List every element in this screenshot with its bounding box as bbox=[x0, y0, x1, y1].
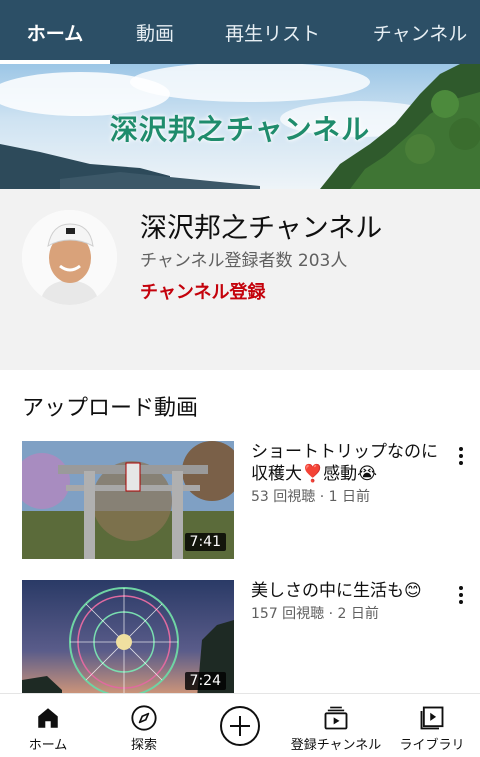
video-thumbnail[interactable]: 7:24 bbox=[22, 580, 234, 698]
avatar-image bbox=[22, 210, 117, 305]
home-icon bbox=[33, 703, 63, 733]
video-meta: 157 回視聴 · 2 日前 bbox=[251, 606, 379, 622]
uploads-section-title: アップロード動画 bbox=[22, 396, 199, 421]
subscribe-button[interactable]: チャンネル登録 bbox=[140, 278, 265, 304]
video-thumbnail[interactable]: 7:41 bbox=[22, 441, 234, 559]
tab-channels-label: チャンネル bbox=[372, 22, 468, 45]
channel-tab-bar: ホーム 動画 再生リスト チャンネル bbox=[0, 0, 480, 64]
channel-banner: 深沢邦之チャンネル bbox=[0, 64, 480, 189]
nav-subscriptions[interactable]: 登録チャンネル bbox=[284, 694, 388, 757]
channel-name: 深沢邦之チャンネル bbox=[140, 213, 383, 244]
nav-subscriptions-label: 登録チャンネル bbox=[290, 738, 382, 753]
video-item[interactable]: 7:24 美しさの中に生活も😊 157 回視聴 · 2 日前 bbox=[0, 580, 480, 700]
subscriptions-icon bbox=[321, 703, 351, 733]
nav-explore-label: 探索 bbox=[130, 738, 157, 753]
video-title[interactable]: 美しさの中に生活も😊 bbox=[251, 580, 441, 602]
tab-playlists-label: 再生リスト bbox=[224, 22, 320, 45]
library-icon bbox=[417, 703, 447, 733]
tab-channels[interactable]: チャンネル bbox=[355, 0, 480, 64]
bottom-navigation: ホーム 探索 登録チャンネル ライブラリ bbox=[0, 693, 480, 757]
create-icon bbox=[218, 704, 262, 748]
banner-title: 深沢邦之チャンネル bbox=[109, 113, 371, 146]
video-duration: 7:24 bbox=[184, 672, 226, 690]
channel-header: 深沢邦之チャンネル チャンネル登録者数 203人 チャンネル登録 bbox=[0, 189, 480, 370]
channel-avatar[interactable] bbox=[22, 210, 117, 305]
tab-home-label: ホーム bbox=[26, 22, 84, 45]
video-meta: 53 回視聴 · 1 日前 bbox=[251, 489, 370, 505]
nav-home[interactable]: ホーム bbox=[18, 694, 78, 757]
more-options-icon[interactable] bbox=[450, 445, 472, 467]
subscriber-count: チャンネル登録者数 203人 bbox=[140, 251, 348, 271]
tab-videos-label: 動画 bbox=[135, 22, 174, 45]
tab-playlists[interactable]: 再生リスト bbox=[205, 0, 340, 64]
compass-icon bbox=[129, 703, 159, 733]
nav-create[interactable] bbox=[210, 694, 270, 757]
video-duration: 7:41 bbox=[184, 533, 226, 551]
more-options-icon[interactable] bbox=[450, 584, 472, 606]
video-item[interactable]: 7:41 ショートトリップなのに収穫大❣️感動😭 53 回視聴 · 1 日前 bbox=[0, 441, 480, 561]
tab-home[interactable]: ホーム bbox=[0, 0, 110, 64]
nav-library[interactable]: ライブラリ bbox=[396, 694, 468, 757]
nav-home-label: ホーム bbox=[28, 738, 68, 753]
nav-explore[interactable]: 探索 bbox=[114, 694, 174, 757]
tab-videos[interactable]: 動画 bbox=[110, 0, 200, 64]
nav-library-label: ライブラリ bbox=[399, 738, 465, 753]
video-title[interactable]: ショートトリップなのに収穫大❣️感動😭 bbox=[251, 441, 441, 485]
